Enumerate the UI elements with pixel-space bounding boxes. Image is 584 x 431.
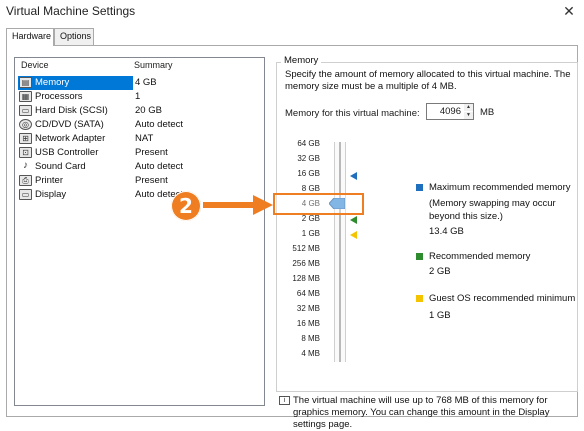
hard-disk-icon: ▭: [19, 105, 32, 116]
display-icon: ▭: [19, 189, 32, 200]
scale-tick: 256 MB: [292, 259, 320, 268]
device-summary: 20 GB: [135, 105, 162, 116]
device-name: CD/DVD (SATA): [35, 119, 104, 130]
graphics-memory-note: The virtual machine will use up to 768 M…: [293, 395, 550, 430]
max-recommended-note: (Memory swapping may occur beyond this s…: [429, 198, 556, 222]
cd-dvd-icon: ◎: [19, 119, 32, 130]
tab-options[interactable]: Options: [54, 28, 94, 45]
spin-up-icon[interactable]: ▲: [464, 104, 473, 111]
device-list-header: Device Summary: [15, 58, 264, 73]
memory-slider-line: [339, 142, 341, 362]
device-list[interactable]: Device Summary ▤ Memory 4 GB ▦ Processor…: [14, 57, 265, 406]
max-recommended-swatch: [416, 184, 423, 191]
tab-hardware[interactable]: Hardware: [6, 28, 54, 46]
column-device-header[interactable]: Device: [21, 60, 49, 70]
title-bar: Virtual Machine Settings ✕: [0, 0, 584, 22]
scale-tick: 8 MB: [301, 334, 320, 343]
device-row-memory[interactable]: ▤ Memory 4 GB: [16, 76, 263, 90]
scale-tick: 8 GB: [301, 184, 320, 193]
device-row-usb-controller[interactable]: ⊡ USB Controller Present: [16, 146, 263, 160]
device-row-printer[interactable]: ⎙ Printer Present: [16, 174, 263, 188]
memory-unit: MB: [480, 107, 495, 118]
annotation-arrow-icon: [203, 195, 273, 215]
device-name: Memory: [35, 77, 70, 88]
window-title: Virtual Machine Settings: [6, 4, 136, 18]
device-name: Printer: [35, 175, 63, 186]
device-summary: Auto detect: [135, 119, 184, 130]
device-name: USB Controller: [35, 147, 99, 158]
device-name: Sound Card: [35, 161, 86, 172]
scale-tick: 512 MB: [292, 244, 320, 253]
device-name: Display: [35, 189, 67, 200]
display-info-icon: i: [279, 396, 290, 405]
sound-card-icon: ♪: [23, 160, 28, 171]
device-row-sound-card[interactable]: ♪ Sound Card Auto detect: [16, 160, 263, 174]
scale-tick: 32 GB: [297, 154, 320, 163]
device-name: Network Adapter: [35, 133, 106, 144]
recommended-title: Recommended memory: [429, 251, 531, 262]
recommended-marker-icon: [350, 216, 357, 224]
scale-tick: 4 MB: [301, 349, 320, 358]
scale-tick: 16 GB: [297, 169, 320, 178]
memory-field-label: Memory for this virtual machine:: [285, 108, 420, 119]
usb-icon: ⊡: [19, 147, 32, 158]
scale-tick: 2 GB: [301, 214, 320, 223]
spin-down-icon[interactable]: ▼: [464, 112, 473, 119]
scale-tick: 128 MB: [292, 274, 320, 283]
device-summary: Present: [135, 147, 168, 158]
memory-input[interactable]: 4096: [429, 106, 461, 117]
guest-min-value: 1 GB: [429, 310, 451, 321]
scale-tick: 1 GB: [301, 229, 320, 238]
annotation-step-badge: 2: [171, 191, 201, 221]
memory-description: Specify the amount of memory allocated t…: [285, 69, 571, 92]
device-summary: 4 GB: [135, 77, 157, 88]
device-summary: 1: [135, 91, 141, 102]
scale-tick: 64 GB: [297, 139, 320, 148]
device-row-processors[interactable]: ▦ Processors 1: [16, 90, 263, 104]
column-summary-header[interactable]: Summary: [134, 60, 173, 70]
memory-stepper[interactable]: 4096 ▲ ▼: [426, 103, 474, 120]
device-summary: NAT: [135, 133, 154, 144]
max-recommended-marker-icon: [350, 172, 357, 180]
processor-icon: ▦: [19, 91, 32, 102]
guest-min-marker-icon: [350, 231, 357, 239]
device-name: Hard Disk (SCSI): [35, 105, 108, 116]
close-icon[interactable]: ✕: [560, 2, 578, 20]
device-row-cd-dvd[interactable]: ◎ CD/DVD (SATA) Auto detect: [16, 118, 263, 132]
device-summary: Present: [135, 175, 168, 186]
network-adapter-icon: ⊞: [19, 133, 32, 144]
device-row-network-adapter[interactable]: ⊞ Network Adapter NAT: [16, 132, 263, 146]
max-recommended-value: 13.4 GB: [429, 226, 464, 237]
device-name: Processors: [35, 91, 83, 102]
guest-min-swatch: [416, 295, 423, 302]
memory-group-title: Memory: [281, 55, 322, 66]
annotation-highlight-box: [273, 193, 364, 215]
scale-tick: 64 MB: [296, 289, 320, 298]
recommended-value: 2 GB: [429, 266, 451, 277]
device-row-hard-disk[interactable]: ▭ Hard Disk (SCSI) 20 GB: [16, 104, 263, 118]
memory-icon: ▤: [19, 77, 32, 88]
max-recommended-title: Maximum recommended memory: [429, 182, 571, 193]
guest-min-title: Guest OS recommended minimum: [429, 293, 576, 304]
recommended-swatch: [416, 253, 423, 260]
printer-icon: ⎙: [19, 175, 32, 186]
device-summary: Auto detect: [135, 161, 184, 172]
scale-tick: 32 MB: [296, 304, 320, 313]
scale-tick: 16 MB: [296, 319, 320, 328]
